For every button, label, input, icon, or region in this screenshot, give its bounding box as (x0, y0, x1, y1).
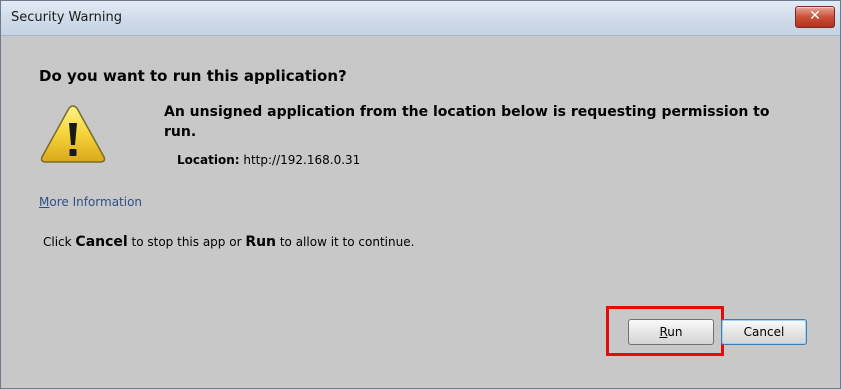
warning-triangle-icon (40, 105, 106, 163)
more-info-mnemonic: M (39, 195, 50, 209)
more-information-link[interactable]: More Information (39, 195, 142, 209)
instruction-cancel-word: Cancel (75, 234, 128, 250)
instruction-part-2: to stop this app or (127, 235, 246, 249)
close-button[interactable]: ✕ (795, 6, 835, 28)
security-warning-dialog: Security Warning ✕ Do you want to run th… (0, 0, 841, 389)
location-row: Location: http://192.168.0.31 (177, 153, 360, 167)
dialog-content: Do you want to run this application? An … (1, 36, 840, 388)
message-line-1: An unsigned application from the locatio… (164, 104, 770, 120)
location-label: Location: (177, 153, 240, 167)
warning-message: An unsigned application from the locatio… (164, 102, 834, 142)
message-line-2: run. (164, 124, 197, 140)
more-info-rest: ore Information (49, 195, 143, 209)
dialog-heading: Do you want to run this application? (39, 67, 347, 85)
run-label-rest: un (667, 325, 683, 339)
run-button[interactable]: Run (628, 319, 714, 345)
cancel-button[interactable]: Cancel (721, 319, 807, 345)
location-value: http://192.168.0.31 (243, 153, 361, 167)
instruction-part-1: Click (43, 235, 76, 249)
window-title: Security Warning (11, 10, 122, 25)
instruction-text: Click Cancel to stop this app or Run to … (43, 234, 414, 250)
instruction-run-word: Run (245, 234, 277, 250)
title-bar[interactable]: Security Warning ✕ (1, 1, 840, 36)
instruction-part-3: to allow it to continue. (276, 235, 415, 249)
close-icon: ✕ (809, 8, 821, 24)
